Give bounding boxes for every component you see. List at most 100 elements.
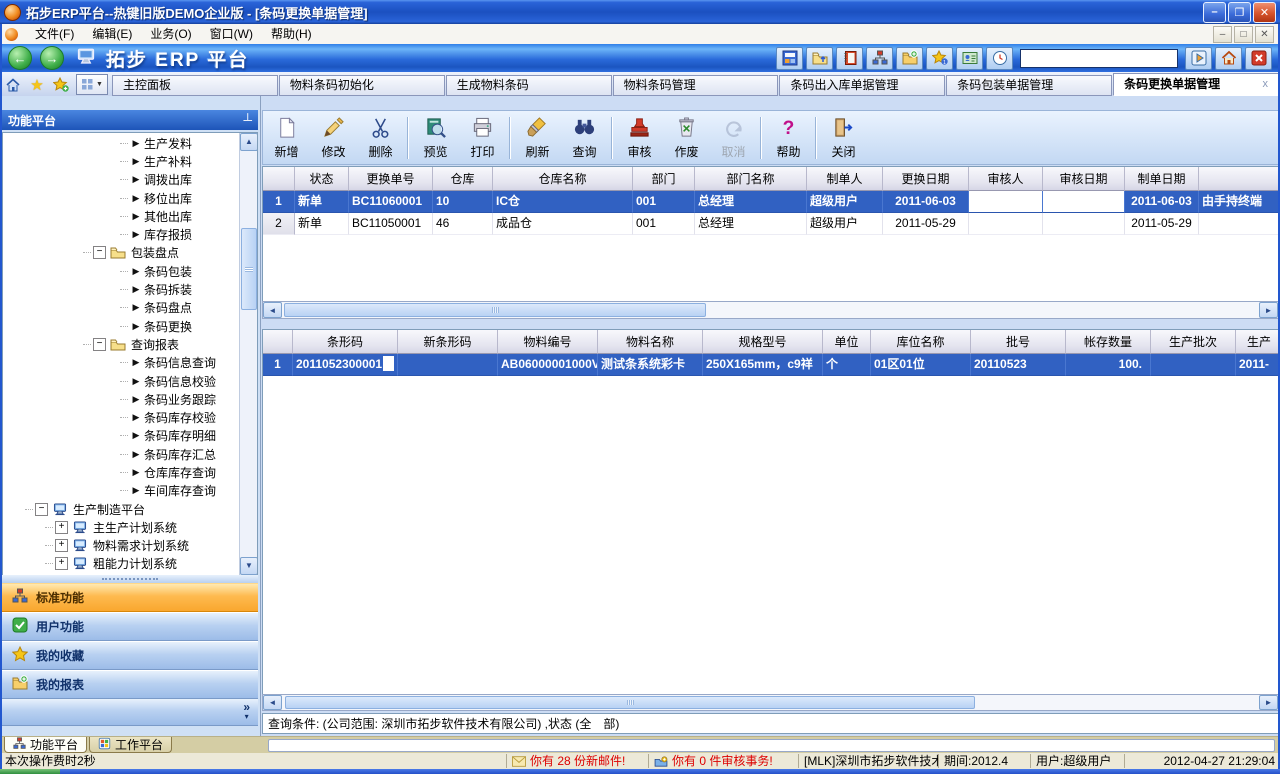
clock-icon[interactable] [986, 47, 1013, 70]
folder-add-icon[interactable] [896, 47, 923, 70]
notebook-icon[interactable] [836, 47, 863, 70]
restore-button[interactable]: ❐ [1228, 2, 1251, 23]
tree-item-0[interactable]: ▶生产发料 [3, 134, 240, 152]
grid-header-cell[interactable]: 物料编号 [498, 330, 598, 354]
grid-header-cell[interactable]: 部门名称 [695, 167, 807, 191]
grid-header-cell[interactable]: 更换单号 [349, 167, 433, 191]
tree-item-6[interactable]: −包装盘点 [3, 244, 240, 262]
add-favorite-icon[interactable] [51, 75, 71, 95]
tree-item-13[interactable]: ▶条码信息校验 [3, 372, 240, 390]
sidebar-splitter[interactable] [2, 575, 258, 583]
home-icon[interactable] [3, 75, 23, 95]
toolbar-button-预览[interactable]: 预览 [412, 114, 459, 162]
grid-header-cell[interactable]: 帐存数量 [1066, 330, 1151, 354]
grid-header-cell[interactable]: 批号 [971, 330, 1066, 354]
toolbar-button-帮助[interactable]: ?帮助 [765, 114, 812, 162]
forward-button[interactable]: → [40, 46, 64, 70]
grid-header-cell[interactable] [1199, 167, 1279, 191]
tab-6[interactable]: 条码更换单据管理x [1113, 73, 1279, 96]
menu-item-2[interactable]: 业务(O) [141, 25, 200, 44]
grid-header-cell[interactable]: 新条形码 [398, 330, 498, 354]
tree-item-9[interactable]: ▶条码盘点 [3, 299, 240, 317]
favorites-icon[interactable]: 1 [926, 47, 953, 70]
tree-item-20[interactable]: −生产制造平台 [3, 500, 240, 518]
platform-tab-1[interactable]: 工作平台 [89, 737, 172, 753]
tree-item-15[interactable]: ▶条码库存校验 [3, 408, 240, 426]
tree-item-21[interactable]: +主生产计划系统 [3, 518, 240, 536]
folder-up-icon[interactable] [806, 47, 833, 70]
tree-item-2[interactable]: ▶调拨出库 [3, 171, 240, 189]
grid-header-cell[interactable]: 制单日期 [1125, 167, 1199, 191]
scroll-right-icon[interactable]: ► [1259, 302, 1278, 318]
close-button[interactable]: ✕ [1253, 2, 1276, 23]
layout-icon[interactable] [776, 47, 803, 70]
grid-header-cell[interactable] [263, 330, 293, 354]
platform-tab-0[interactable]: 功能平台 [4, 737, 87, 753]
tab-0[interactable]: 主控面板 [112, 75, 278, 96]
tab-4[interactable]: 条码出入库单据管理 [779, 75, 945, 96]
hscroll-thumb[interactable] [285, 696, 975, 709]
expand-icon[interactable]: + [55, 539, 68, 552]
mdi-close-button[interactable]: ✕ [1255, 26, 1274, 43]
sidebar-more-strip[interactable]: »▾ [2, 699, 258, 726]
table-row[interactable]: 12011052300001AB06000001000V1测试条系统彩卡250X… [263, 354, 1278, 376]
tree-item-11[interactable]: −查询报表 [3, 335, 240, 353]
home-icon[interactable] [1215, 47, 1242, 70]
toolbar-button-查询[interactable]: 查询 [561, 114, 608, 162]
run-icon[interactable] [1185, 47, 1212, 70]
scroll-right-icon[interactable]: ► [1259, 695, 1278, 710]
grid-header-cell[interactable] [263, 167, 295, 191]
tree-item-8[interactable]: ▶条码拆装 [3, 280, 240, 298]
back-button[interactable]: ← [8, 46, 32, 70]
favorite-star-icon[interactable]: ★ [27, 75, 47, 95]
toolbar-button-作废[interactable]: 作废 [663, 114, 710, 162]
grid-header-cell[interactable]: 生产 [1236, 330, 1279, 354]
tree-item-12[interactable]: ▶条码信息查询 [3, 354, 240, 372]
tab-close-icon[interactable]: x [1255, 75, 1269, 94]
toolbar-button-打印[interactable]: 打印 [459, 114, 506, 162]
tab-1[interactable]: 物料条码初始化 [279, 75, 445, 96]
pin-icon[interactable]: ┴ [243, 113, 252, 127]
grid-header-cell[interactable]: 规格型号 [703, 330, 823, 354]
tab-3[interactable]: 物料条码管理 [613, 75, 779, 96]
scroll-left-icon[interactable]: ◄ [263, 695, 282, 710]
tree-scrollbar[interactable]: ▲ ▼ [239, 133, 257, 575]
sidebar-panel-0[interactable]: 标准功能 [2, 583, 258, 612]
tree-item-10[interactable]: ▶条码更换 [3, 317, 240, 335]
grid-header-cell[interactable]: 更换日期 [883, 167, 969, 191]
chevron-more-icon[interactable]: »▾ [243, 702, 250, 722]
grid-header-cell[interactable]: 物料名称 [598, 330, 703, 354]
grid-header-cell[interactable]: 单位 [823, 330, 871, 354]
mail-status[interactable]: 你有 28 份新邮件! [506, 754, 648, 768]
collapse-icon[interactable]: − [35, 503, 48, 516]
scroll-down-icon[interactable]: ▼ [240, 557, 258, 575]
tree-item-4[interactable]: ▶其他出库 [3, 207, 240, 225]
menu-item-0[interactable]: 文件(F) [26, 25, 83, 44]
grid-header-cell[interactable]: 生产批次 [1151, 330, 1236, 354]
menu-item-3[interactable]: 窗口(W) [201, 25, 262, 44]
tree-item-14[interactable]: ▶条码业务跟踪 [3, 390, 240, 408]
tree-item-19[interactable]: ▶车间库存查询 [3, 482, 240, 500]
grid-header-cell[interactable]: 条形码 [293, 330, 398, 354]
tab-5[interactable]: 条码包装单据管理 [946, 75, 1112, 96]
toolbar-button-修改[interactable]: 修改 [310, 114, 357, 162]
grid-header-cell[interactable]: 库位名称 [871, 330, 971, 354]
menu-item-4[interactable]: 帮助(H) [262, 25, 321, 44]
tree-item-7[interactable]: ▶条码包装 [3, 262, 240, 280]
grid-header-cell[interactable]: 状态 [295, 167, 349, 191]
sidebar-panel-2[interactable]: 我的收藏 [2, 641, 258, 670]
sidebar-panel-3[interactable]: 我的报表 [2, 670, 258, 699]
orders-grid-hscrollbar[interactable]: ◄ ► [262, 301, 1279, 319]
mdi-restore-button[interactable]: □ [1234, 26, 1253, 43]
grid-header-cell[interactable]: 审核人 [969, 167, 1043, 191]
tree-scrollbar-thumb[interactable] [241, 228, 257, 310]
expand-icon[interactable]: + [55, 521, 68, 534]
sidebar-panel-1[interactable]: 用户功能 [2, 612, 258, 641]
grid-header-cell[interactable]: 仓库名称 [493, 167, 633, 191]
scroll-up-icon[interactable]: ▲ [240, 133, 258, 151]
mdi-minimize-button[interactable]: – [1213, 26, 1232, 43]
tree-item-1[interactable]: ▶生产补料 [3, 152, 240, 170]
menu-item-1[interactable]: 编辑(E) [83, 25, 141, 44]
minimize-button[interactable]: – [1203, 2, 1226, 23]
orgchart-icon[interactable] [866, 47, 893, 70]
